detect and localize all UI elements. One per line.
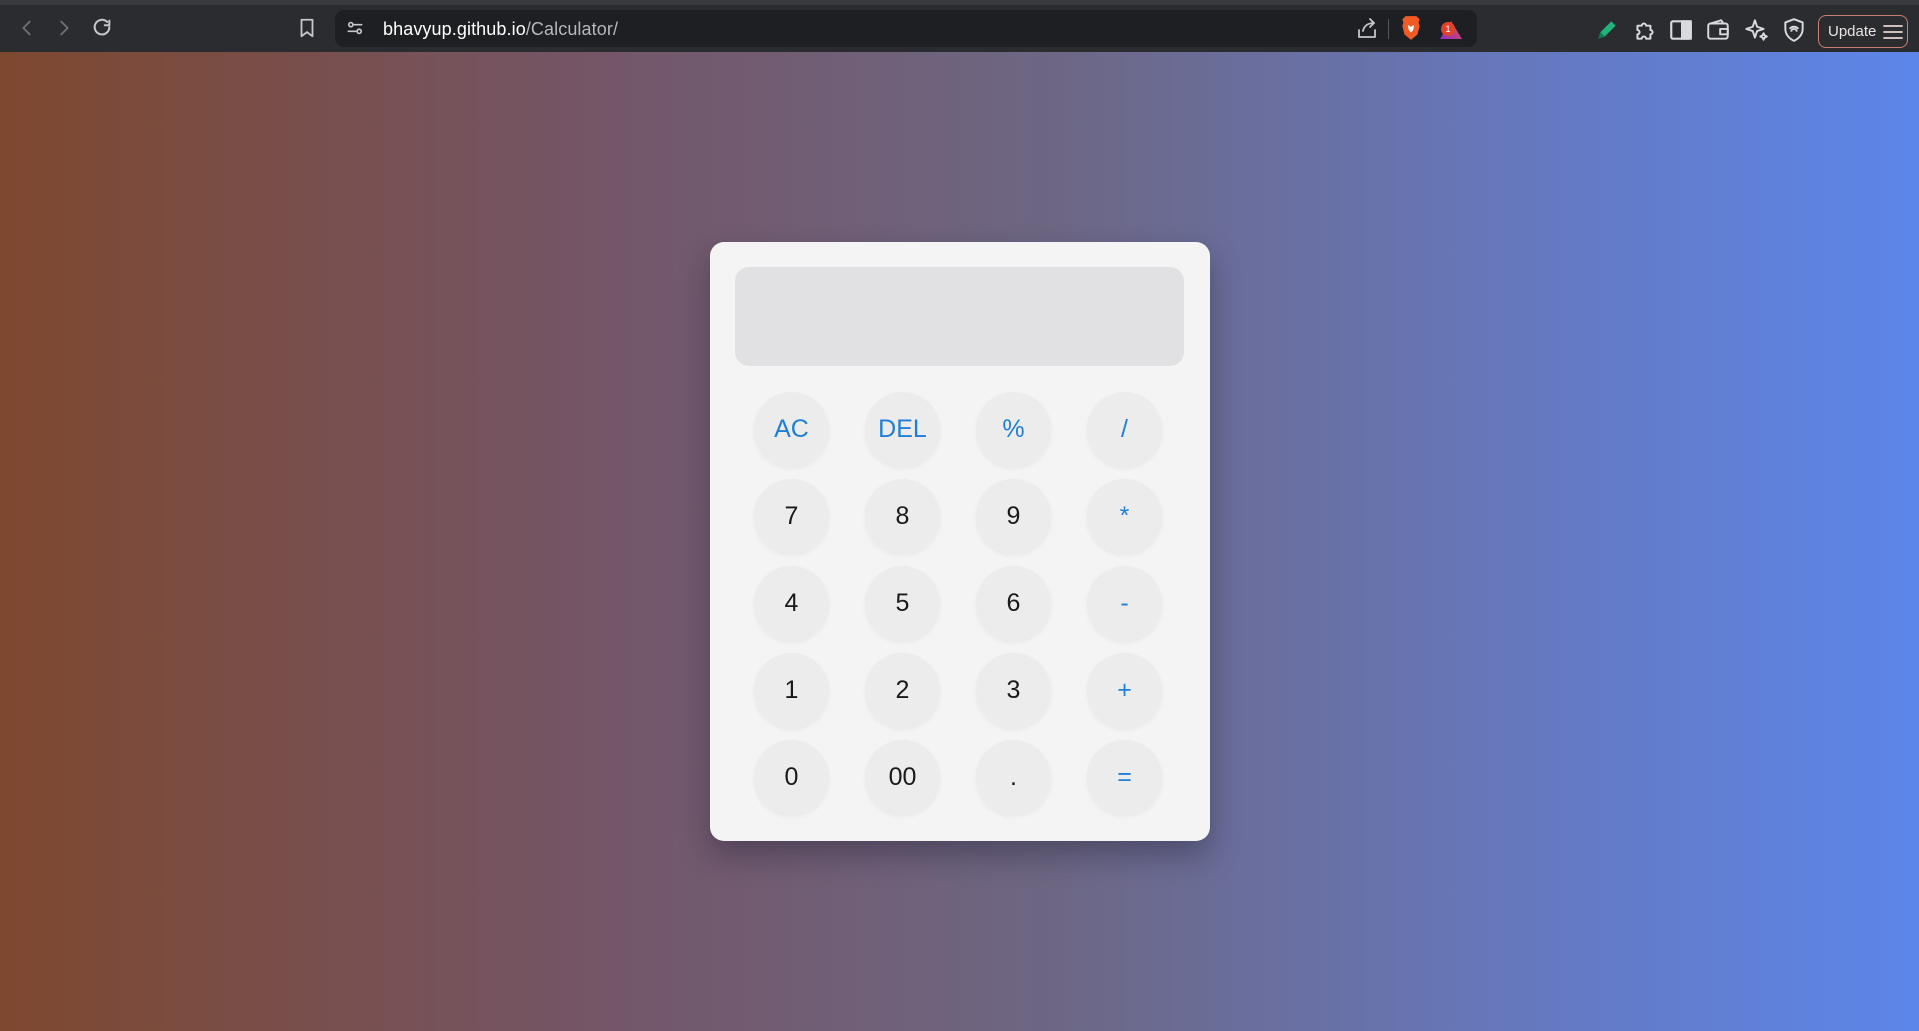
reload-icon[interactable] — [87, 13, 117, 43]
pen-icon[interactable] — [1594, 17, 1620, 43]
key-1-button[interactable]: 1 — [754, 653, 829, 728]
key-double-zero-button[interactable]: 00 — [865, 740, 940, 815]
url-text[interactable]: bhavyup.github.io/Calculator/ — [383, 19, 618, 40]
key-delete-button[interactable]: DEL — [865, 392, 940, 467]
page-background: AC DEL%/7 8 9 * 4 5 6-1 2 3 +0 00. = — [0, 52, 1919, 1031]
keypad: AC DEL%/7 8 9 * 4 5 6-1 2 3 +0 00. = — [754, 392, 1162, 815]
vpn-shield-icon[interactable] — [1781, 17, 1807, 43]
url-path: /Calculator/ — [525, 19, 619, 39]
calculator: AC DEL%/7 8 9 * 4 5 6-1 2 3 +0 00. = — [710, 242, 1210, 841]
divider — [1388, 19, 1389, 39]
key-3-button[interactable]: 3 — [976, 653, 1051, 728]
wallet-icon[interactable] — [1705, 17, 1731, 43]
share-icon[interactable] — [1355, 17, 1379, 41]
update-button[interactable]: Update — [1818, 15, 1908, 48]
key-decimal-button[interactable]: . — [976, 740, 1051, 815]
key-clear-button[interactable]: AC — [754, 392, 829, 467]
notification-badge: 1 — [1441, 22, 1455, 36]
hamburger-menu-icon — [1882, 23, 1904, 41]
key-divide-button[interactable]: / — [1087, 392, 1162, 467]
key-5-button[interactable]: 5 — [865, 566, 940, 641]
ai-sparkle-icon[interactable] — [1743, 17, 1769, 43]
address-bar[interactable]: bhavyup.github.io/Calculator/ 1 — [335, 10, 1477, 47]
calculator-display — [735, 267, 1184, 366]
key-4-button[interactable]: 4 — [754, 566, 829, 641]
key-0-button[interactable]: 0 — [754, 740, 829, 815]
key-2-button[interactable]: 2 — [865, 653, 940, 728]
bookmark-icon[interactable] — [292, 13, 322, 43]
back-arrow-icon[interactable] — [12, 13, 42, 43]
key-equals-button[interactable]: = — [1087, 740, 1162, 815]
key-9-button[interactable]: 9 — [976, 479, 1051, 554]
brave-lion-icon[interactable] — [1398, 15, 1424, 42]
key-percent-button[interactable]: % — [976, 392, 1051, 467]
key-8-button[interactable]: 8 — [865, 479, 940, 554]
url-host: bhavyup.github.io — [383, 19, 526, 39]
puzzle-icon[interactable] — [1632, 17, 1658, 43]
forward-arrow-icon[interactable] — [49, 13, 79, 43]
sidebar-icon[interactable] — [1668, 17, 1694, 43]
update-label: Update — [1828, 23, 1877, 40]
brave-rewards-icon[interactable]: 1 — [1437, 15, 1465, 43]
site-settings-icon[interactable] — [345, 18, 365, 38]
key-6-button[interactable]: 6 — [976, 566, 1051, 641]
key-multiply-button[interactable]: * — [1087, 479, 1162, 554]
browser-toolbar: bhavyup.github.io/Calculator/ 1 Update — [0, 0, 1919, 52]
key-add-button[interactable]: + — [1087, 653, 1162, 728]
key-subtract-button[interactable]: - — [1087, 566, 1162, 641]
key-7-button[interactable]: 7 — [754, 479, 829, 554]
